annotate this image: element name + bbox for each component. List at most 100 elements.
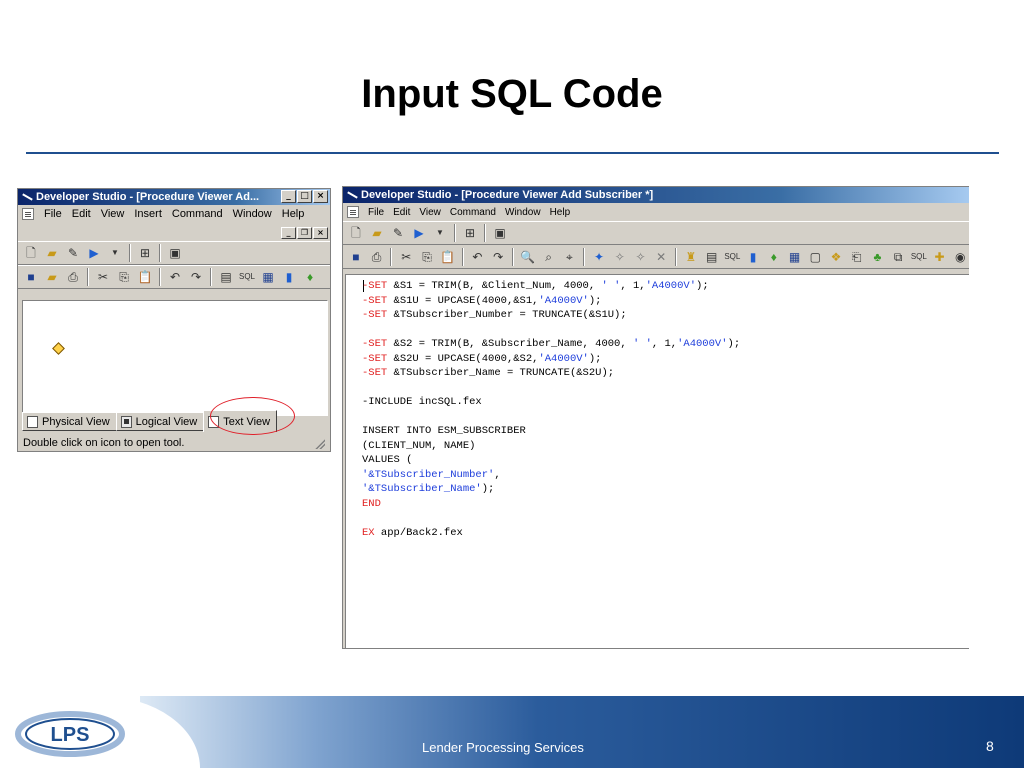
menu-help[interactable]: Help bbox=[282, 208, 305, 220]
resize-grip[interactable] bbox=[315, 439, 325, 449]
maximize-button[interactable]: □ bbox=[297, 190, 312, 203]
mdi-restore-button[interactable]: ❐ bbox=[297, 227, 312, 239]
code-token: ); bbox=[481, 483, 495, 495]
tab-logical-view[interactable]: Logical View bbox=[115, 412, 205, 431]
table-icon[interactable]: ▦ bbox=[786, 248, 804, 266]
code-string: '&TSubscriber_Name' bbox=[362, 483, 482, 495]
menu-window[interactable]: Window bbox=[233, 208, 272, 220]
chart-icon[interactable]: ▮ bbox=[744, 248, 762, 266]
code-token: &TSubscriber_Name = TRUNCATE(&S2U); bbox=[387, 367, 615, 379]
join-icon[interactable]: ♣ bbox=[869, 248, 887, 266]
new-file-icon[interactable]: 🗋 bbox=[347, 224, 365, 242]
open-folder-icon[interactable]: ▰ bbox=[43, 244, 61, 262]
code-keyword: END bbox=[362, 497, 381, 510]
prev-bookmark-icon[interactable]: ✧ bbox=[632, 248, 650, 266]
toolbar-separator bbox=[454, 224, 456, 242]
status-text: Double click on icon to open tool. bbox=[23, 437, 185, 449]
find-icon[interactable]: 🔍 bbox=[519, 248, 537, 266]
match-icon[interactable]: ⧉ bbox=[889, 248, 907, 266]
edit-document-icon[interactable]: ✎ bbox=[64, 244, 82, 262]
next-bookmark-icon[interactable]: ✧ bbox=[611, 248, 629, 266]
chevron-down-icon[interactable]: ▼ bbox=[431, 224, 449, 242]
replace-icon[interactable]: ⌖ bbox=[560, 248, 578, 266]
code-keyword: -SET bbox=[362, 309, 388, 321]
menu-file[interactable]: File bbox=[44, 208, 62, 220]
open-folder-icon[interactable]: ▰ bbox=[43, 268, 61, 286]
graph-icon[interactable]: ♦ bbox=[301, 268, 319, 286]
menu-insert[interactable]: Insert bbox=[134, 208, 162, 220]
print-icon[interactable]: ⎙ bbox=[368, 248, 386, 266]
open-folder-icon[interactable]: ▰ bbox=[368, 224, 386, 242]
edit-document-icon[interactable]: ✎ bbox=[389, 224, 407, 242]
menu-edit[interactable]: Edit bbox=[393, 207, 410, 218]
cut-icon[interactable]: ✂ bbox=[397, 248, 415, 266]
report-icon[interactable]: ▤ bbox=[217, 268, 235, 286]
find-next-icon[interactable]: ⌕ bbox=[540, 248, 558, 266]
right-title-bar[interactable]: Developer Studio - [Procedure Viewer Add… bbox=[343, 187, 969, 203]
minimize-button[interactable]: _ bbox=[281, 190, 296, 203]
code-line: -SET &TSubscriber_Name = TRUNCATE(&S2U); bbox=[362, 366, 740, 381]
report-icon[interactable]: ▤ bbox=[703, 248, 721, 266]
graph-icon[interactable]: ♦ bbox=[765, 248, 783, 266]
document-icon[interactable] bbox=[347, 206, 359, 218]
toolbar-separator bbox=[159, 244, 161, 262]
define-icon[interactable]: ▢ bbox=[806, 248, 824, 266]
tree-icon[interactable]: ⊞ bbox=[136, 244, 154, 262]
document-icon[interactable] bbox=[22, 208, 34, 220]
mdi-minimize-button[interactable]: _ bbox=[281, 227, 296, 239]
mdi-close-button[interactable]: × bbox=[313, 227, 328, 239]
menu-window[interactable]: Window bbox=[505, 207, 541, 218]
filter-icon[interactable]: ♜ bbox=[682, 248, 700, 266]
close-button[interactable]: × bbox=[313, 190, 328, 203]
paste-icon[interactable]: 📋 bbox=[136, 268, 154, 286]
save-icon[interactable]: ■ bbox=[347, 248, 365, 266]
code-keyword: -SET bbox=[362, 280, 388, 292]
sql-icon[interactable]: SQL bbox=[724, 248, 742, 266]
menu-help[interactable]: Help bbox=[550, 207, 571, 218]
code-line: '&TSubscriber_Number', bbox=[362, 468, 740, 483]
right-developer-studio-window: Developer Studio - [Procedure Viewer Add… bbox=[342, 186, 969, 649]
left-title-bar[interactable]: Developer Studio - [Procedure Viewer Ad.… bbox=[18, 189, 330, 205]
menu-file[interactable]: File bbox=[368, 207, 384, 218]
menu-view[interactable]: View bbox=[419, 207, 441, 218]
menu-command[interactable]: Command bbox=[172, 208, 223, 220]
chevron-down-icon[interactable]: ▼ bbox=[106, 244, 124, 262]
menu-command[interactable]: Command bbox=[450, 207, 496, 218]
cut-icon[interactable]: ✂ bbox=[94, 268, 112, 286]
procedure-node-icon[interactable] bbox=[52, 342, 65, 355]
execute-icon[interactable]: ✚ bbox=[931, 248, 949, 266]
table-icon[interactable]: ▦ bbox=[259, 268, 277, 286]
sql-pass-icon[interactable]: SQL bbox=[910, 248, 928, 266]
undo-icon[interactable]: ↶ bbox=[166, 268, 184, 286]
chart-icon[interactable]: ▮ bbox=[280, 268, 298, 286]
window-icon[interactable]: ▣ bbox=[166, 244, 184, 262]
copy-icon[interactable]: ⎘ bbox=[115, 268, 133, 286]
run-icon[interactable]: ▶ bbox=[85, 244, 103, 262]
code-editor[interactable]: -SET &S1 = TRIM(B, &Client_Num, 4000, ' … bbox=[345, 274, 969, 648]
menu-view[interactable]: View bbox=[101, 208, 125, 220]
redo-icon[interactable]: ↷ bbox=[187, 268, 205, 286]
new-file-icon[interactable]: 🗋 bbox=[22, 244, 40, 262]
menu-edit[interactable]: Edit bbox=[72, 208, 91, 220]
left-workspace-canvas[interactable] bbox=[22, 300, 328, 416]
code-string: ' ' bbox=[632, 338, 652, 350]
include-icon[interactable]: ⎗ bbox=[848, 248, 866, 266]
bookmark-icon[interactable]: ✦ bbox=[590, 248, 608, 266]
run-icon[interactable]: ▶ bbox=[410, 224, 428, 242]
tab-physical-view[interactable]: Physical View bbox=[22, 412, 117, 431]
undo-icon[interactable]: ↶ bbox=[469, 248, 487, 266]
window-icon[interactable]: ▣ bbox=[491, 224, 509, 242]
view-source-icon[interactable]: ◉ bbox=[951, 248, 969, 266]
tree-icon[interactable]: ⊞ bbox=[461, 224, 479, 242]
copy-icon[interactable]: ⎘ bbox=[418, 248, 436, 266]
save-icon[interactable]: ■ bbox=[22, 268, 40, 286]
paste-icon[interactable]: 📋 bbox=[439, 248, 457, 266]
redo-icon[interactable]: ↷ bbox=[489, 248, 507, 266]
variable-icon[interactable]: ❖ bbox=[827, 248, 845, 266]
code-token: , 1, bbox=[620, 280, 646, 292]
clear-bookmark-icon[interactable]: ✕ bbox=[652, 248, 670, 266]
sql-icon[interactable]: SQL bbox=[238, 268, 256, 286]
print-icon[interactable]: ⎙ bbox=[64, 268, 82, 286]
